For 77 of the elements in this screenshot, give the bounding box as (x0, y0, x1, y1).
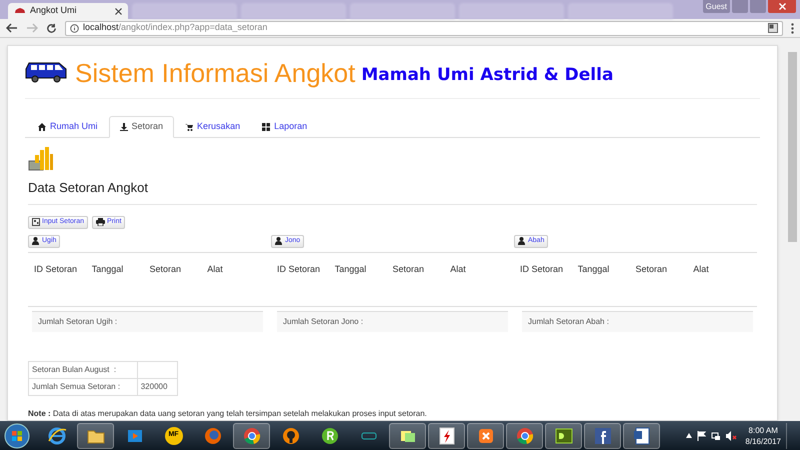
table-cell: Setoran Bulan August : (28, 362, 138, 378)
tab-title: Angkot Umi (30, 4, 78, 18)
dw-logo-icon (554, 426, 574, 446)
network-icon (711, 430, 722, 440)
column-header: Tanggal (578, 262, 610, 276)
taskbar-button[interactable] (233, 422, 270, 448)
table-cell: 320000 (137, 378, 178, 396)
nav-tab[interactable]: Setoran (108, 116, 174, 138)
column-header: Setoran (392, 262, 426, 276)
column-header: ID Setoran (277, 262, 322, 276)
taskbar-button[interactable] (77, 422, 114, 448)
browser-e-icon (46, 426, 66, 446)
taskbar-button[interactable] (623, 422, 660, 448)
translate-icon (768, 23, 778, 33)
taskbar-button[interactable] (545, 422, 582, 448)
menu-icon (791, 22, 794, 34)
column-header: Tanggal (334, 262, 368, 276)
user-icon (518, 237, 525, 245)
close-window-button[interactable] (768, 0, 796, 13)
grid-icon (262, 123, 270, 131)
lightning-icon (436, 426, 456, 446)
reload-icon (46, 22, 57, 34)
download-icon (120, 123, 128, 131)
nav-tab[interactable]: Laporan (251, 116, 318, 138)
muted-speaker-icon (726, 430, 738, 440)
show-hidden-icons-icon (686, 433, 692, 438)
document-icon (632, 426, 652, 446)
page-heading: Data Setoran Angkot (28, 178, 757, 204)
chrome-icon (242, 426, 262, 446)
taskbar-button[interactable] (428, 422, 465, 448)
taskbar-button[interactable] (506, 422, 543, 448)
column-header: Setoran (636, 262, 668, 276)
close-icon (115, 8, 122, 14)
column-header: Alat (450, 262, 467, 276)
clock-date[interactable]: 8/16/2017 (745, 436, 781, 446)
note-text: Note : Data di atas merupakan data uang setoran yang telah tersimpan setelah melakukan proses input setoran. (28, 408, 428, 420)
total-label: Jumlah Setoran Ugih : (38, 316, 118, 328)
qr-code-icon (32, 218, 40, 226)
column-header: ID Setoran (520, 262, 564, 276)
browser-tab[interactable]: Angkot Umi (8, 3, 128, 19)
nav-tab[interactable]: Kerusakan (174, 116, 252, 138)
site-title: Sistem Informasi Angkot (75, 60, 356, 86)
total-label: Jumlah Setoran Abah : (528, 316, 609, 328)
total-label: Jumlah Setoran Jono : (283, 316, 364, 328)
start-button-icon (4, 422, 30, 448)
facebook-icon (592, 426, 612, 446)
user-icon (32, 237, 39, 245)
taskbar-button[interactable] (584, 422, 621, 448)
clock-time[interactable]: 8:00 AM (748, 424, 778, 436)
printer-icon (96, 218, 106, 226)
letter-r-icon (320, 426, 340, 446)
car-icon (14, 7, 26, 15)
van-logo-icon (25, 60, 69, 83)
column-header: Alat (693, 262, 710, 276)
keyhole-icon (280, 426, 300, 446)
cart-icon (185, 123, 194, 131)
taskbar-button[interactable] (467, 422, 504, 448)
column-header: Tanggal (92, 262, 124, 276)
column-header: Setoran (150, 262, 182, 276)
column-header: ID Setoran (34, 262, 78, 276)
column-header: Alat (207, 262, 224, 276)
taskbar-button[interactable] (389, 422, 426, 448)
chrome-icon (514, 426, 534, 446)
flag-icon (697, 430, 706, 440)
url-text: localhost/angkot/index.php?app=data_setoran (83, 21, 268, 34)
site-subtitle: Mamah Umi Astrid & Della (361, 67, 614, 84)
table-cell: Jumlah Semua Setoran : (28, 378, 138, 396)
close-icon (778, 3, 786, 10)
home-icon (38, 123, 46, 131)
fox-globe-icon (202, 426, 222, 446)
forward-arrow-icon (26, 23, 38, 33)
nav-tab[interactable]: Rumah Umi (27, 116, 109, 138)
address-bar[interactable]: localhost/angkot/index.php?app=data_setoran (65, 20, 783, 36)
user-icon (275, 237, 282, 245)
money-chart-icon (28, 146, 54, 172)
info-icon (70, 24, 79, 32)
back-arrow-icon (6, 23, 18, 33)
